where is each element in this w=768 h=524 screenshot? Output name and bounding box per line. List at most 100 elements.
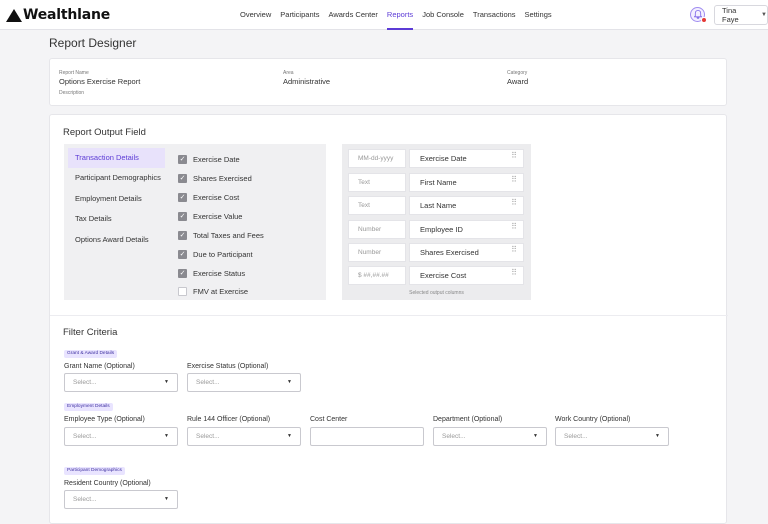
drag-handle-icon[interactable]: ⠿ <box>511 199 517 207</box>
report-meta-card: Report Name Options Exercise Report Desc… <box>49 58 727 106</box>
logo-mark-icon <box>6 8 22 22</box>
chevron-down-icon: ▼ <box>164 496 169 502</box>
field-label: Exercise Value <box>193 211 243 221</box>
field-checkbox-row[interactable]: ✓ Shares Exercised <box>178 171 252 185</box>
report-name-label: Report Name <box>59 70 89 76</box>
nav-awards-center[interactable]: Awards Center <box>328 0 377 30</box>
nav-settings[interactable]: Settings <box>525 0 552 30</box>
checkbox-checked[interactable]: ✓ <box>178 249 187 259</box>
nav-job-console[interactable]: Job Console <box>422 0 464 30</box>
area-value: Administrative <box>283 77 331 86</box>
field-label: Exercise Status <box>193 268 246 278</box>
category-tax-details[interactable]: Tax Details <box>68 209 165 229</box>
field-checkbox-row[interactable]: ✓ Exercise Date <box>178 152 240 166</box>
chevron-down-icon: ▼ <box>287 433 292 439</box>
filter-group-tag: Employment Details <box>64 403 113 411</box>
column-format[interactable]: Number <box>348 243 406 262</box>
nav-reports[interactable]: Reports <box>386 0 414 30</box>
output-section-title: Report Output Field <box>63 127 146 138</box>
grant-name-select[interactable]: Select... ▼ <box>64 373 178 392</box>
field-checkbox-row[interactable]: ✓ Total Taxes and Fees <box>178 228 264 242</box>
employee-type-select[interactable]: Select... ▼ <box>64 427 178 446</box>
field-checkbox-row[interactable]: FMV at Exercise <box>178 284 248 298</box>
column-name-text: Last Name <box>420 201 457 210</box>
nav-participants[interactable]: Participants <box>280 0 319 30</box>
field-checkbox-row[interactable]: ✓ Exercise Status <box>178 266 245 280</box>
checkbox-checked[interactable]: ✓ <box>178 230 187 240</box>
brand-logo[interactable]: Wealthlane <box>6 7 110 23</box>
work-country-select[interactable]: Select... ▼ <box>555 427 669 446</box>
column-format[interactable]: MM-dd-yyyy <box>348 149 406 168</box>
report-name-value: Options Exercise Report <box>59 77 141 86</box>
brand-name: Wealthlane <box>23 7 111 23</box>
page-title: Report Designer <box>49 36 137 50</box>
select-placeholder: Select... <box>73 379 97 386</box>
select-placeholder: Select... <box>73 496 97 503</box>
category-options-award-details[interactable]: Options Award Details <box>68 230 165 250</box>
column-name-text: Exercise Cost <box>420 271 467 280</box>
column-name[interactable]: Exercise Cost ⠿ <box>409 266 524 285</box>
column-format[interactable]: Text <box>348 173 406 192</box>
field-checkbox-row[interactable]: ✓ Exercise Cost <box>178 190 239 204</box>
rule-144-officer-select[interactable]: Select... ▼ <box>187 427 301 446</box>
column-name-text: Shares Exercised <box>420 248 479 257</box>
column-format[interactable]: Text <box>348 196 406 215</box>
column-format[interactable]: Number <box>348 220 406 239</box>
chevron-down-icon: ▼ <box>164 379 169 385</box>
select-placeholder: Select... <box>196 433 220 440</box>
column-format[interactable]: $ ##,##.## <box>348 266 406 285</box>
chevron-down-icon: ▼ <box>761 12 767 18</box>
resident-country-label: Resident Country (Optional) <box>64 480 151 487</box>
category-participant-demographics[interactable]: Participant Demographics <box>68 168 165 188</box>
category-value: Award <box>507 77 529 86</box>
field-checkbox-row[interactable]: ✓ Exercise Value <box>178 209 242 223</box>
selected-columns-panel: MM-dd-yyyy Exercise Date ⠿ Text First Nam… <box>342 144 531 300</box>
category-transaction-details[interactable]: Transaction Details <box>68 148 165 168</box>
column-name[interactable]: Shares Exercised ⠿ <box>409 243 524 262</box>
column-name[interactable]: First Name ⠿ <box>409 173 524 192</box>
filter-group-tag: Participant Demographics <box>64 467 125 475</box>
user-name: Tina Faye <box>722 6 739 24</box>
chevron-down-icon: ▼ <box>533 433 538 439</box>
exercise-status-select[interactable]: Select... ▼ <box>187 373 301 392</box>
checkbox-checked[interactable]: ✓ <box>178 173 187 183</box>
select-placeholder: Select... <box>73 433 97 440</box>
field-label: Due to Participant <box>193 249 253 259</box>
drag-handle-icon[interactable]: ⠿ <box>511 269 517 277</box>
field-checkbox-row[interactable]: ✓ Due to Participant <box>178 247 253 261</box>
drag-handle-icon[interactable]: ⠿ <box>511 176 517 184</box>
drag-handle-icon[interactable]: ⠿ <box>511 223 517 231</box>
output-field-picker: Transaction Details Participant Demograp… <box>64 144 326 300</box>
category-employment-details[interactable]: Employment Details <box>68 189 165 209</box>
user-menu[interactable]: Tina Faye ▼ <box>714 5 768 25</box>
drag-handle-icon[interactable]: ⠿ <box>511 152 517 160</box>
department-label: Department (Optional) <box>433 416 503 423</box>
select-placeholder: Select... <box>564 433 588 440</box>
field-label: Shares Exercised <box>193 173 252 183</box>
work-country-label: Work Country (Optional) <box>555 416 631 423</box>
notification-bell-icon[interactable] <box>690 7 707 23</box>
checkbox-checked[interactable]: ✓ <box>178 154 187 164</box>
column-name-text: First Name <box>420 178 457 187</box>
cost-center-input[interactable] <box>310 427 424 446</box>
filter-section-title: Filter Criteria <box>63 327 118 338</box>
column-name[interactable]: Exercise Date ⠿ <box>409 149 524 168</box>
checkbox-checked[interactable]: ✓ <box>178 211 187 221</box>
nav-transactions[interactable]: Transactions <box>473 0 516 30</box>
nav-overview[interactable]: Overview <box>240 0 271 30</box>
area-label: Area <box>283 70 294 76</box>
resident-country-select[interactable]: Select... ▼ <box>64 490 178 509</box>
department-select[interactable]: Select... ▼ <box>433 427 547 446</box>
field-label: Total Taxes and Fees <box>193 230 264 240</box>
report-config-card: Report Output Field Transaction Details … <box>49 114 728 524</box>
column-name-text: Exercise Date <box>420 154 467 163</box>
checkbox-checked[interactable]: ✓ <box>178 268 187 278</box>
column-name[interactable]: Last Name ⠿ <box>409 196 524 215</box>
top-navbar: Wealthlane Overview Participants Awards … <box>0 0 768 30</box>
checkbox-unchecked[interactable] <box>178 286 187 296</box>
drag-handle-icon[interactable]: ⠿ <box>511 246 517 254</box>
column-name[interactable]: Employee ID ⠿ <box>409 220 524 239</box>
category-label: Category <box>507 70 528 76</box>
checkbox-checked[interactable]: ✓ <box>178 192 187 202</box>
employee-type-label: Employee Type (Optional) <box>64 416 145 423</box>
